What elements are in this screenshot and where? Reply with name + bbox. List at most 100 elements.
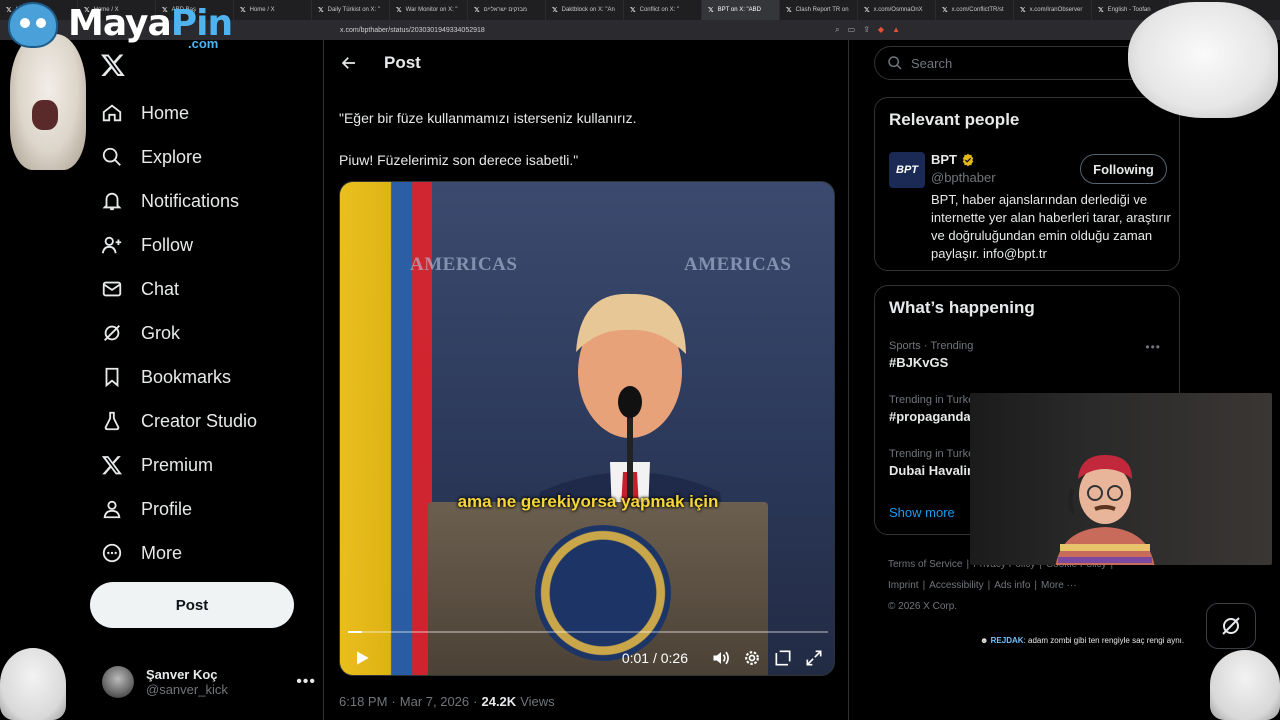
nav-item-label: More: [141, 542, 183, 563]
browser-tab[interactable]: 𝕏 War Monitor on X: ": [390, 0, 468, 20]
nav-item-grok[interactable]: Grok: [90, 311, 257, 355]
mascot-icon: [8, 2, 58, 48]
x-favicon-icon: 𝕏: [942, 7, 948, 14]
browser-tab[interactable]: 𝕏x.com/OsmnaOnX: [858, 0, 936, 20]
browser-extension-icons[interactable]: ⌕ ▭ ⇪ ◆ ▲: [835, 25, 900, 35]
footer-link[interactable]: Terms of Service: [888, 559, 962, 570]
nav-item-creator-studio[interactable]: Creator Studio: [90, 399, 257, 443]
account-bio: BPT, haber ajanslarından derlediği ve in…: [931, 192, 1171, 261]
more-dots-icon[interactable]: •••: [1145, 340, 1161, 354]
show-more-link[interactable]: Show more: [889, 505, 955, 520]
nav-item-label: Creator Studio: [141, 410, 258, 431]
account-handle[interactable]: @bpthaber: [931, 170, 996, 185]
separator: ·: [391, 694, 396, 709]
streamer-webcam-overlay: [970, 393, 1272, 565]
nav-item-bookmarks[interactable]: Bookmarks: [90, 355, 257, 399]
tab-label: מבזקים ישראליים: [483, 7, 528, 13]
tab-label: x.com/IranObserver: [1029, 7, 1083, 13]
post-date[interactable]: Mar 7, 2026: [400, 694, 469, 709]
footer-link[interactable]: Accessibility: [929, 580, 983, 591]
chat-emote-icon: ☻: [980, 636, 989, 645]
share-icon[interactable]: ⇪: [863, 25, 870, 35]
browser-tab[interactable]: 𝕏 Daktblock on X: "An: [546, 0, 624, 20]
bookmark-icon: [105, 367, 119, 388]
search-icon: [888, 56, 902, 70]
footer-link[interactable]: Imprint: [888, 580, 919, 591]
nav-item-follow[interactable]: Follow: [90, 223, 257, 267]
footer-separator: |: [922, 580, 926, 591]
following-button[interactable]: Following: [1080, 154, 1167, 184]
volume-icon[interactable]: [711, 648, 731, 668]
avatar[interactable]: BPT: [889, 152, 925, 188]
picture-in-picture-icon[interactable]: [773, 648, 793, 668]
tweet-metadata: 6:18 PM · Mar 7, 2026 · 24.2K Views: [339, 694, 555, 709]
home-icon: [102, 104, 122, 122]
mail-icon: [102, 281, 122, 297]
settings-gear-icon[interactable]: [742, 648, 762, 668]
nav-item-label: Notifications: [141, 190, 240, 211]
fullscreen-icon[interactable]: [804, 648, 824, 668]
profile-handle: @sanver_kick: [146, 682, 228, 697]
post-button[interactable]: Post: [90, 582, 294, 628]
logo-text-maya: Maya: [68, 3, 172, 44]
nav-item-label: Premium: [141, 454, 214, 475]
nav-item-label: Chat: [141, 278, 180, 299]
browser-tab-active[interactable]: 𝕏 BPT on X: "ABD: [702, 0, 780, 20]
browser-tab[interactable]: 𝕏 Clash Report TR on: [780, 0, 858, 20]
tab-label: Clash Report TR on: [795, 7, 849, 13]
browser-tab[interactable]: 𝕏x.com/ConflictTR/st: [936, 0, 1014, 20]
nav-item-premium[interactable]: Premium: [90, 443, 257, 487]
nav-item-chat[interactable]: Chat: [90, 267, 257, 311]
play-icon[interactable]: [352, 648, 372, 668]
more-dots-icon[interactable]: •••: [296, 673, 316, 691]
video-progress-bar[interactable]: [348, 631, 828, 633]
zoom-icon[interactable]: ⌕: [835, 25, 839, 35]
x-favicon-icon: 𝕏: [396, 7, 402, 14]
logo-text-pin: Pin: [170, 3, 233, 44]
footer-separator: |: [987, 580, 991, 591]
browser-tab[interactable]: 𝕏 Conflict on X: ": [624, 0, 702, 20]
x-logo-icon[interactable]: [100, 52, 126, 78]
nav-item-notifications[interactable]: Notifications: [90, 179, 257, 223]
cast-icon[interactable]: ▭: [848, 25, 856, 35]
tab-label: BPT on X: "ABD: [717, 7, 762, 13]
x-premium-icon: [101, 456, 122, 475]
trend-item[interactable]: Sports · Trending #BJKvGS •••: [889, 340, 1169, 370]
x-favicon-icon: 𝕏: [864, 7, 870, 14]
nav-item-profile[interactable]: Profile: [90, 487, 257, 531]
account-name[interactable]: BPT: [931, 152, 975, 167]
brave-shield-icon[interactable]: ◆: [878, 25, 884, 35]
browser-tab[interactable]: 𝕏 מבזקים ישראליים: [468, 0, 546, 20]
x-favicon-icon: 𝕏: [1020, 7, 1026, 14]
nav-item-more[interactable]: More: [90, 531, 257, 575]
x-favicon-icon: 𝕏: [552, 7, 558, 14]
rewards-icon[interactable]: ▲: [892, 25, 900, 35]
cat-mouth: [32, 100, 58, 130]
video-player[interactable]: AMERICAS AMERICAS ama ne gerekiyorsa yap…: [339, 181, 835, 676]
copyright: © 2026 X Corp.: [888, 601, 958, 612]
back-arrow-icon[interactable]: [340, 54, 358, 72]
nav-item-explore[interactable]: Explore: [90, 135, 257, 179]
browser-tab[interactable]: 𝕏x.com/IranObserver: [1014, 0, 1092, 20]
footer-separator: |: [1034, 580, 1037, 591]
cat-sticker-top-right: [1128, 2, 1278, 118]
verified-badge-icon: [962, 153, 974, 166]
search-input[interactable]: [911, 55, 1151, 71]
post-time[interactable]: 6:18 PM: [339, 694, 387, 709]
account-name-text[interactable]: BPT: [931, 152, 957, 167]
footer-link[interactable]: More ···: [1041, 580, 1077, 591]
browser-tab[interactable]: 𝕏 Home / X: [234, 0, 312, 20]
mayapin-watermark-logo: MayaPin: [8, 2, 233, 48]
nav-item-label: Grok: [141, 322, 181, 343]
x-favicon-icon: 𝕏: [786, 7, 792, 14]
url-text[interactable]: x.com/bpthaber/status/203030194933405291…: [340, 27, 760, 34]
follow-icon: [101, 236, 122, 254]
post-header: Post: [324, 40, 848, 86]
account-switcher[interactable]: Şanver Koç @sanver_kick •••: [102, 660, 316, 704]
tab-label: War Monitor on X: ": [405, 7, 458, 13]
browser-tab[interactable]: 𝕏 Daily Türkist on X: ": [312, 0, 390, 20]
tab-label: x.com/OsmnaOnX: [873, 7, 923, 13]
nav-item-home[interactable]: Home: [90, 91, 257, 135]
grok-floating-button[interactable]: [1206, 603, 1256, 649]
footer-link[interactable]: Ads info: [994, 580, 1030, 591]
